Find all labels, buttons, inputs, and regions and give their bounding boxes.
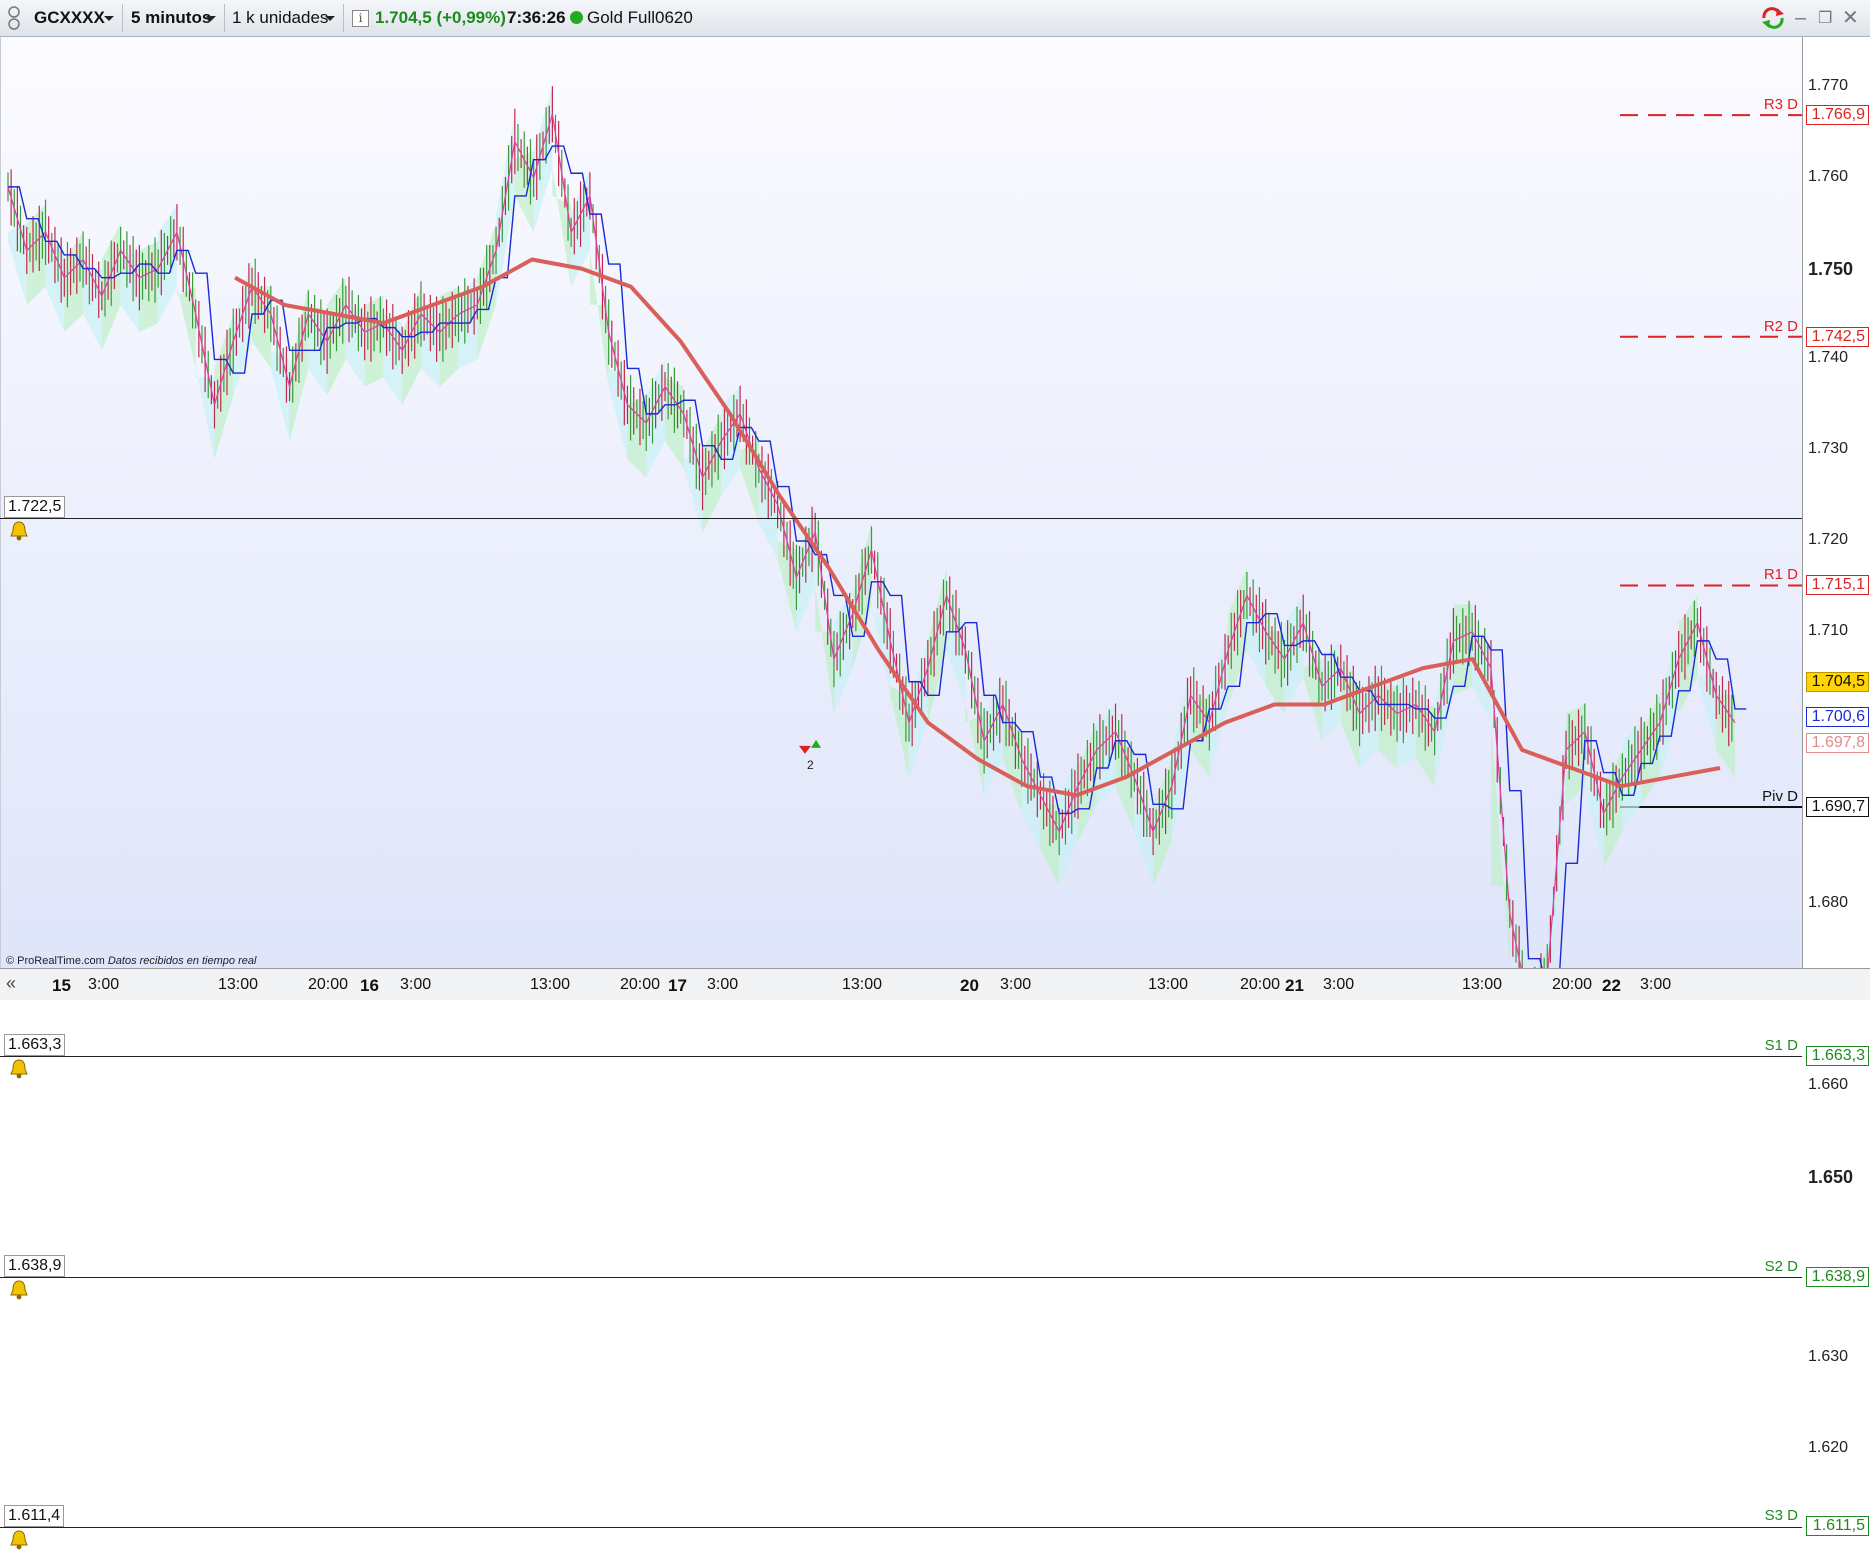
alert-price-label: 1.611,4 <box>4 1505 64 1527</box>
time-tick-label: 20:00 <box>620 976 660 994</box>
price-tick-label: 1.620 <box>1808 1439 1848 1457</box>
chart-footer: © ProRealTime.com Datos recibidos en tie… <box>6 955 256 967</box>
units-label: 1 k unidades <box>232 8 328 27</box>
pivot-label: S3 D <box>1728 1507 1798 1524</box>
signal-count: 2 <box>807 758 814 772</box>
alert-line[interactable] <box>0 1527 1802 1528</box>
timeframe-label: 5 minutos <box>131 8 211 27</box>
units-selector[interactable]: 1 k unidades <box>226 4 344 32</box>
alert-line[interactable] <box>0 518 1802 519</box>
feed-name: Gold Full0620 <box>587 4 693 32</box>
price-tick-label: 1.730 <box>1808 440 1848 458</box>
last-time: 7:36:26 <box>507 4 566 32</box>
pivot-price-box: 1.690,7 <box>1806 797 1869 817</box>
pivot-label: R1 D <box>1728 566 1798 583</box>
footer-brand: © ProRealTime.com <box>6 955 105 967</box>
time-tick-label: 13:00 <box>842 976 882 994</box>
pivot-label: Piv D <box>1728 788 1798 805</box>
info-icon[interactable]: i <box>352 10 369 27</box>
time-tick-label: 21 <box>1285 976 1304 996</box>
buy-arrow-icon <box>811 740 821 748</box>
time-tick-label: 20:00 <box>1552 976 1592 994</box>
baseline-line <box>8 146 1746 968</box>
price-tick-label: 1.750 <box>1808 259 1853 280</box>
last-price: 1.704,5 (+0,99%) <box>375 4 506 32</box>
pivot-price-box: 1.663,3 <box>1806 1046 1869 1066</box>
pivot-price-box: 1.611,5 <box>1806 1516 1869 1536</box>
time-tick-label: 3:00 <box>1000 976 1031 994</box>
pivot-price-box: 1.766,9 <box>1806 105 1869 125</box>
time-tick-label: 20 <box>960 976 979 996</box>
alert-line[interactable] <box>0 1277 1802 1278</box>
candles <box>8 86 1732 968</box>
time-tick-label: 17 <box>668 976 687 996</box>
alert-line[interactable] <box>0 1056 1802 1057</box>
alert-price-label: 1.663,3 <box>4 1034 65 1056</box>
alert-price-label: 1.638,9 <box>4 1255 65 1277</box>
time-tick-label: 3:00 <box>707 976 738 994</box>
time-tick-label: 16 <box>360 976 379 996</box>
footer-status: Datos recibidos en tiempo real <box>108 955 257 967</box>
time-tick-label: 3:00 <box>1640 976 1671 994</box>
price-tick-label: 1.710 <box>1808 622 1848 640</box>
instrument-label: GCXXXX <box>34 8 105 27</box>
price-tick-label: 1.770 <box>1808 77 1848 95</box>
chart-toolbar: GCXXXX 5 minutos 1 k unidades i 1.704,5 … <box>0 0 1870 37</box>
price-tick-label: 1.650 <box>1808 1167 1853 1188</box>
pivot-label: R2 D <box>1728 318 1798 335</box>
chevron-down-icon <box>325 16 335 21</box>
current-price-box: 1.704,5 <box>1806 672 1869 692</box>
alert-bell-icon[interactable] <box>8 1058 30 1080</box>
scroll-left-icon[interactable]: « <box>6 973 16 994</box>
live-status-icon <box>570 11 583 24</box>
price-tick-label: 1.680 <box>1808 894 1848 912</box>
time-tick-label: 3:00 <box>88 976 119 994</box>
restore-icon[interactable]: ❐ <box>1818 7 1832 31</box>
price-tick-label: 1.630 <box>1808 1348 1848 1366</box>
price-tick-label: 1.760 <box>1808 168 1848 186</box>
pivot-price-box: 1.715,1 <box>1806 575 1869 595</box>
minimize-icon[interactable]: – <box>1795 6 1806 30</box>
time-tick-label: 13:00 <box>530 976 570 994</box>
chevron-down-icon <box>206 16 216 21</box>
timeframe-selector[interactable]: 5 minutos <box>125 4 225 32</box>
time-tick-label: 13:00 <box>1148 976 1188 994</box>
time-tick-label: 13:00 <box>218 976 258 994</box>
price-chart[interactable] <box>0 37 1802 968</box>
time-tick-label: 3:00 <box>1323 976 1354 994</box>
pivot-label: S2 D <box>1728 1258 1798 1275</box>
time-tick-label: 15 <box>52 976 71 996</box>
instrument-selector[interactable]: GCXXXX <box>28 4 123 32</box>
pivot-label: R3 D <box>1728 96 1798 113</box>
pivot-price-box: 1.742,5 <box>1806 327 1869 347</box>
time-tick-label: 22 <box>1602 976 1621 996</box>
refresh-icon[interactable] <box>1760 6 1786 30</box>
toolbar-grip-icon[interactable] <box>6 4 22 32</box>
time-tick-label: 20:00 <box>308 976 348 994</box>
time-tick-label: 20:00 <box>1240 976 1280 994</box>
pivot-price-box: 1.638,9 <box>1806 1267 1869 1287</box>
alert-price-label: 1.722,5 <box>4 496 65 518</box>
price-tick-label: 1.740 <box>1808 349 1848 367</box>
alert-bell-icon[interactable] <box>8 1529 30 1551</box>
current-price-box: 1.700,6 <box>1806 707 1869 727</box>
time-tick-label: 13:00 <box>1462 976 1502 994</box>
sell-arrow-icon <box>799 746 811 754</box>
price-tick-label: 1.660 <box>1808 1076 1848 1094</box>
current-price-box: 1.697,8 <box>1806 733 1869 753</box>
time-tick-label: 3:00 <box>400 976 431 994</box>
alert-bell-icon[interactable] <box>8 520 30 542</box>
alert-bell-icon[interactable] <box>8 1279 30 1301</box>
close-icon[interactable]: ✕ <box>1842 6 1859 30</box>
chevron-down-icon <box>104 16 114 21</box>
pivot-label: S1 D <box>1728 1037 1798 1054</box>
price-tick-label: 1.720 <box>1808 531 1848 549</box>
